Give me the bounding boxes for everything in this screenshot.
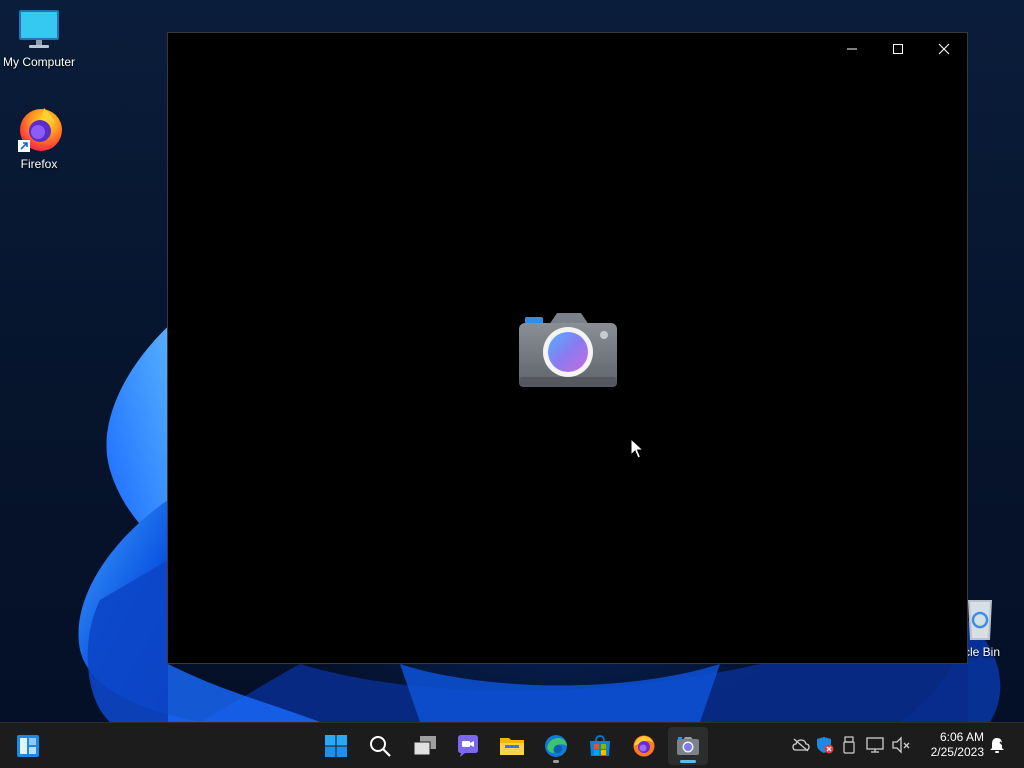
- widgets-icon: [17, 735, 39, 757]
- camera-icon: [519, 313, 617, 387]
- search-icon: [370, 736, 391, 757]
- taskbar: 6:06 AM 2/25/2023: [0, 722, 1024, 768]
- usb-icon: [843, 736, 855, 754]
- minimize-icon: [847, 48, 857, 50]
- desktop-icon-label: Firefox: [20, 157, 58, 171]
- clock-date: 2/25/2023: [930, 745, 984, 759]
- camera-icon: [677, 737, 699, 755]
- notifications-button[interactable]: [987, 735, 1007, 755]
- camera-window[interactable]: [167, 32, 968, 664]
- volume-muted-icon: [892, 736, 910, 754]
- maximize-button[interactable]: [875, 33, 921, 65]
- camera-splash-logo: [519, 311, 617, 396]
- window-controls: [829, 33, 967, 65]
- file-explorer-button[interactable]: [492, 727, 532, 765]
- desktop-icon-my-computer[interactable]: My Computer: [0, 8, 78, 69]
- camera-taskbar-button[interactable]: [668, 727, 708, 765]
- mouse-cursor: [630, 438, 644, 459]
- chat-button[interactable]: [448, 727, 488, 765]
- maximize-icon: [893, 44, 903, 54]
- monitor-icon: [19, 10, 59, 48]
- store-button[interactable]: [580, 727, 620, 765]
- desktop-icon-label: rcle Bin: [960, 645, 1001, 659]
- edge-button[interactable]: [536, 727, 576, 765]
- onedrive-tray-button[interactable]: [791, 735, 811, 755]
- notification-bell-icon: [990, 738, 1006, 753]
- close-icon: [938, 43, 950, 55]
- close-button[interactable]: [921, 33, 967, 65]
- network-tray-button[interactable]: [866, 735, 886, 755]
- firefox-icon: [18, 108, 62, 152]
- firefox-taskbar-button[interactable]: [624, 727, 664, 765]
- store-icon: [590, 735, 610, 756]
- defender-tray-button[interactable]: [815, 735, 835, 755]
- firefox-icon: [633, 735, 655, 757]
- network-icon: [866, 737, 884, 753]
- taskbar-clock[interactable]: 6:06 AM 2/25/2023: [918, 730, 984, 760]
- task-view-button[interactable]: [405, 727, 445, 765]
- windows-start-icon: [325, 735, 347, 757]
- desktop-icon-firefox[interactable]: Firefox: [0, 104, 78, 171]
- task-view-icon: [413, 736, 436, 756]
- folder-icon: [500, 738, 524, 755]
- volume-tray-button[interactable]: [891, 735, 911, 755]
- defender-icon: [817, 737, 834, 754]
- running-indicator: [553, 760, 559, 763]
- minimize-button[interactable]: [829, 33, 875, 65]
- chat-icon: [458, 735, 478, 757]
- start-button[interactable]: [316, 727, 356, 765]
- active-indicator: [680, 760, 696, 763]
- onedrive-icon: [792, 738, 810, 752]
- desktop-icon-label: My Computer: [2, 55, 76, 69]
- edge-icon: [545, 735, 567, 757]
- clock-time: 6:06 AM: [939, 730, 984, 744]
- widgets-button[interactable]: [8, 727, 48, 765]
- usb-tray-button[interactable]: [839, 735, 859, 755]
- search-button[interactable]: [360, 727, 400, 765]
